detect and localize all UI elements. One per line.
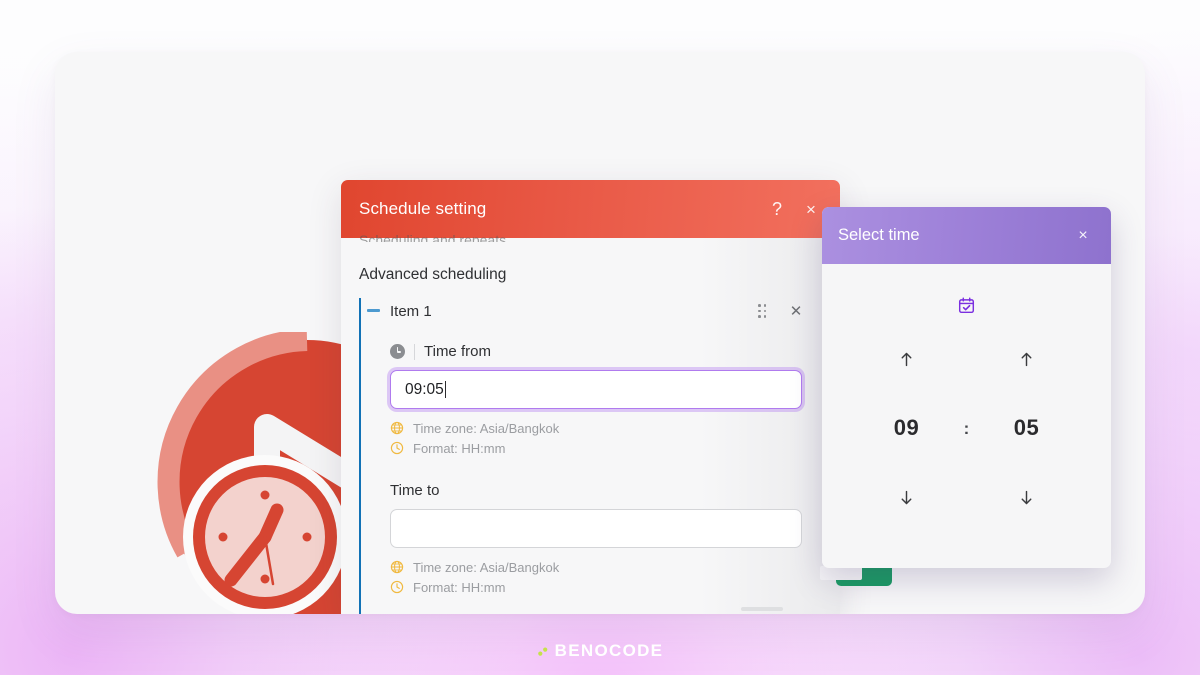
overlay-chip [820, 566, 862, 580]
arrow-up-icon[interactable] [1012, 344, 1042, 374]
select-time-body: 09 : 05 [822, 264, 1111, 568]
schedule-item-block: Item 1 ✕ Time from 09:05 Time zone: Asia… [359, 298, 822, 614]
helper-row: Format: HH:mm [390, 438, 822, 458]
helper-row: Format: HH:mm [390, 577, 822, 597]
time-from-label-row: Time from [390, 343, 822, 360]
clock-outline-icon [390, 441, 404, 455]
time-to-helpers: Time zone: Asia/Bangkok Format: HH:mm [390, 557, 822, 597]
arrow-down-icon[interactable] [892, 482, 922, 512]
helper-row: Time zone: Asia/Bangkok [390, 418, 822, 438]
hour-value[interactable]: 09 [894, 415, 919, 441]
globe-icon [390, 560, 404, 574]
calendar-check-icon-wrap [822, 297, 1111, 319]
minute-value[interactable]: 05 [1014, 415, 1039, 441]
clock-icon [390, 344, 405, 359]
clipped-scroll-text: Scheduling and repeats [359, 232, 507, 242]
time-to-label: Time to [390, 482, 440, 499]
helper-text: Format: HH:mm [413, 440, 506, 456]
select-time-header: Select time × [822, 207, 1111, 264]
arrow-up-icon[interactable] [892, 344, 922, 374]
drag-handle-icon[interactable] [758, 304, 772, 318]
hour-spinner: 09 [865, 344, 949, 512]
calendar-check-icon[interactable] [958, 297, 975, 319]
benocode-dots-icon [537, 644, 551, 658]
time-from-label: Time from [424, 343, 491, 360]
schedule-dialog-header: Schedule setting ? × [341, 180, 840, 238]
app-card: Schedule setting ? × Scheduling and repe… [55, 52, 1145, 614]
schedule-setting-dialog: Schedule setting ? × Scheduling and repe… [341, 180, 840, 614]
select-time-popup: Select time × 09: 05 [822, 207, 1111, 568]
brand-name: BENOCODE [554, 641, 664, 660]
collapse-dash-icon[interactable] [367, 309, 380, 312]
label-divider [414, 343, 415, 360]
advanced-scheduling-heading: Advanced scheduling [359, 266, 507, 283]
help-icon[interactable]: ? [764, 196, 790, 222]
helper-text: Time zone: Asia/Bangkok [413, 559, 560, 575]
time-from-input[interactable]: 09:05 [390, 370, 802, 409]
arrow-down-icon[interactable] [1012, 482, 1042, 512]
text-caret [444, 381, 447, 398]
time-separator: : [963, 419, 970, 438]
helper-text: Time zone: Asia/Bangkok [413, 420, 560, 436]
time-from-helpers: Time zone: Asia/Bangkok Format: HH:mm [390, 418, 822, 458]
time-spinner: 09 : 05 [822, 344, 1111, 512]
close-icon[interactable]: × [798, 196, 824, 222]
time-from-value: 09:05 [405, 380, 444, 398]
schedule-item-label: Item 1 [390, 302, 432, 320]
globe-icon [390, 421, 404, 435]
helper-text: Format: HH:mm [413, 579, 506, 595]
helper-row: Time zone: Asia/Bangkok [390, 557, 822, 577]
secondary-button-edge[interactable] [741, 607, 783, 611]
schedule-dialog-body: Scheduling and repeats Advanced scheduli… [341, 232, 840, 614]
brand: BENOCODE [0, 641, 1200, 661]
schedule-item-header: Item 1 ✕ [390, 298, 822, 324]
select-time-title: Select time [838, 226, 920, 244]
schedule-dialog-title: Schedule setting [359, 199, 487, 218]
clock-outline-icon [390, 580, 404, 594]
close-icon[interactable]: × [1071, 224, 1095, 248]
time-to-input[interactable] [390, 509, 802, 548]
remove-item-close-icon[interactable]: ✕ [788, 303, 804, 319]
minute-spinner: 05 [985, 344, 1069, 512]
